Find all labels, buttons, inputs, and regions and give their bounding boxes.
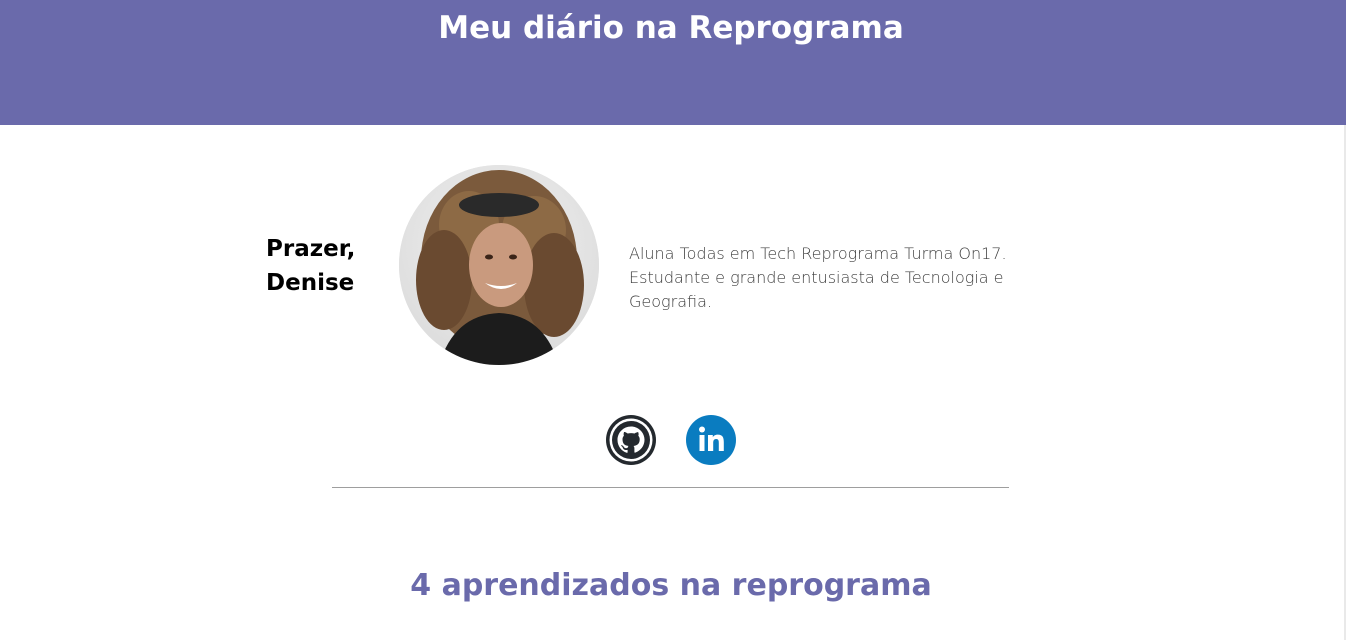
page: Meu diário na Reprograma Prazer, Denise bbox=[0, 0, 1346, 640]
site-header: Meu diário na Reprograma bbox=[0, 0, 1346, 125]
greeting-line-1: Prazer, bbox=[266, 236, 356, 262]
github-icon bbox=[606, 415, 656, 465]
section-divider bbox=[332, 487, 1009, 488]
github-link[interactable] bbox=[606, 415, 656, 465]
greeting: Prazer, Denise bbox=[266, 232, 386, 300]
linkedin-icon bbox=[686, 415, 736, 465]
linkedin-link[interactable] bbox=[686, 415, 736, 465]
greeting-name: Denise bbox=[266, 270, 355, 296]
profile-photo bbox=[399, 165, 599, 365]
learnings-heading: 4 aprendizados na reprograma bbox=[410, 568, 932, 603]
profile-photo-image bbox=[399, 165, 599, 365]
bio-text: Aluna Todas em Tech Reprograma Turma On1… bbox=[629, 244, 1007, 311]
page-title: Meu diário na Reprograma bbox=[438, 10, 904, 46]
